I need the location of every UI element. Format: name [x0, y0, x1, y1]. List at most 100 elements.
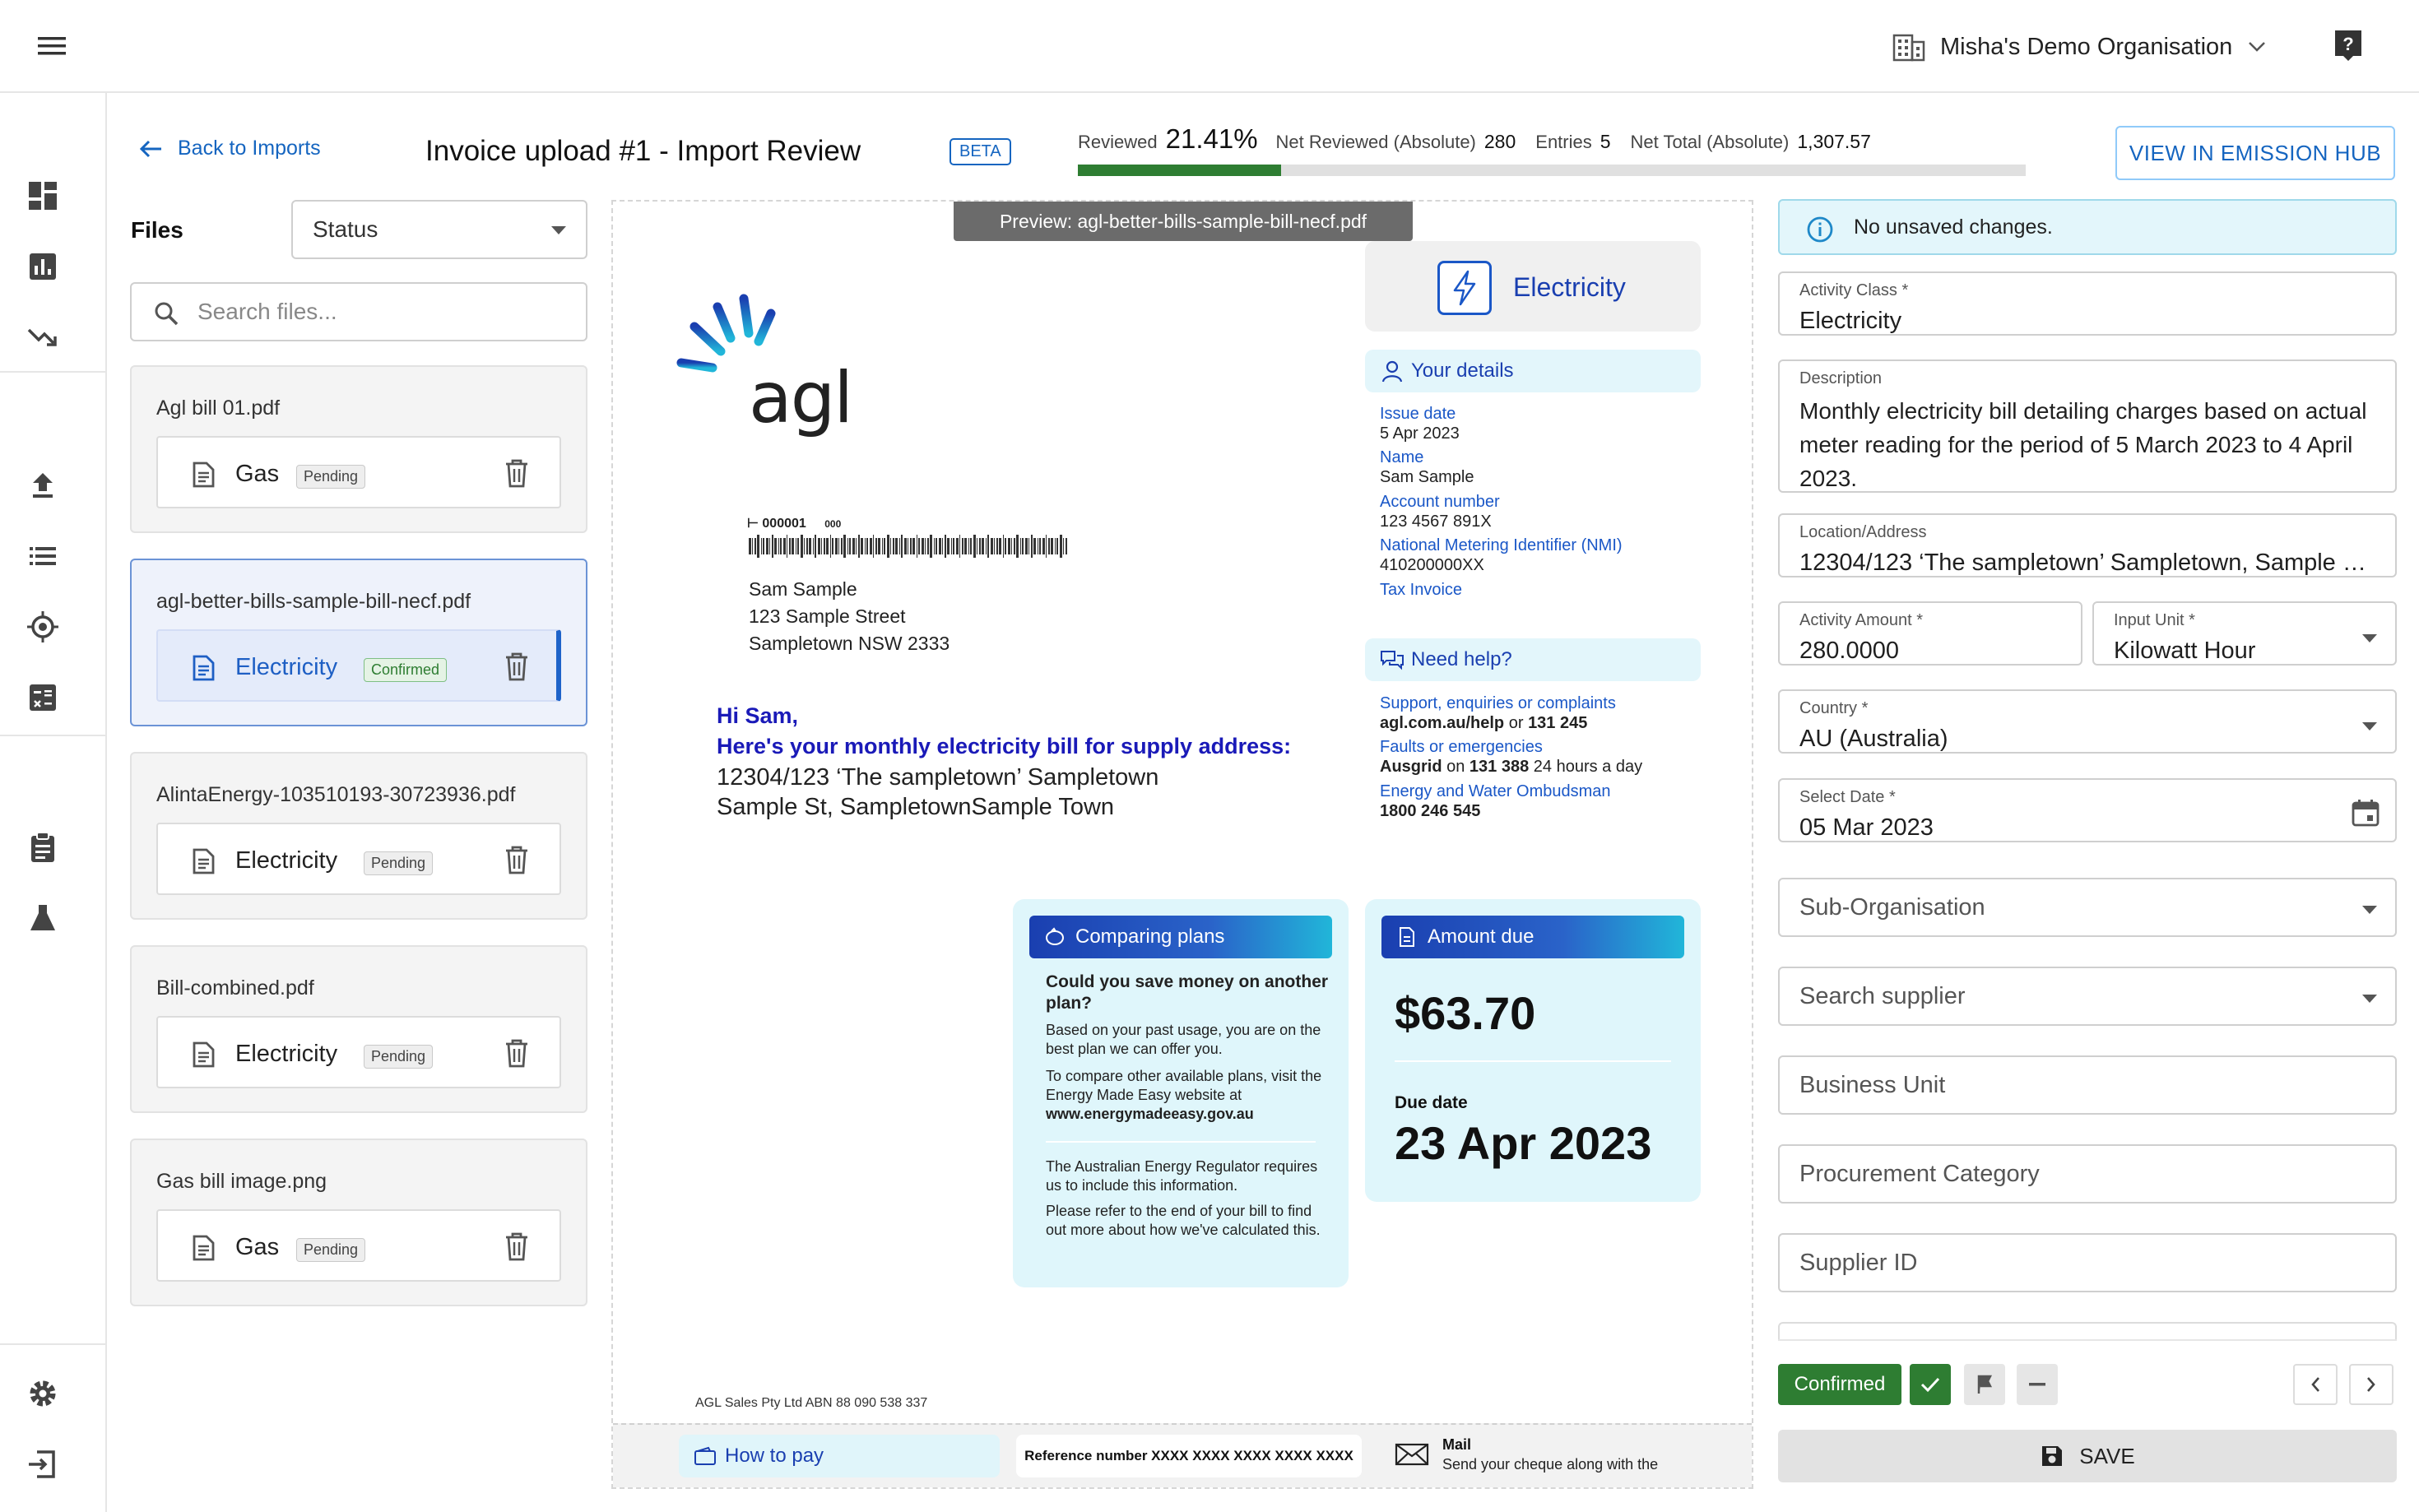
file-card[interactable]: Agl bill 01.pdf Gas Pending: [130, 365, 587, 533]
description-label: Description: [1799, 369, 1883, 387]
trash-icon[interactable]: [504, 844, 530, 875]
organisation-name: Misha's Demo Organisation: [1940, 33, 2233, 60]
status-filter-value: Status: [313, 216, 378, 242]
entry-type: Electricity: [235, 847, 338, 874]
file-entry[interactable]: Gas Pending: [156, 1209, 561, 1282]
trash-icon[interactable]: [504, 1231, 530, 1262]
chevron-right-icon: [2366, 1375, 2377, 1394]
barcode-bar: [1014, 538, 1015, 554]
info-icon: [1806, 216, 1834, 243]
file-entry[interactable]: Gas Pending: [156, 436, 561, 508]
detail-label: National Metering Identifier (NMI): [1380, 536, 1623, 554]
energy-made-easy-link[interactable]: www.energymadeeasy.gov.au: [1046, 1106, 1254, 1122]
save-button[interactable]: SAVE: [1778, 1430, 2397, 1482]
barcode-ref-number: 000001: [762, 517, 806, 531]
barcode-bar: [838, 538, 839, 554]
flag-button[interactable]: [1964, 1364, 2005, 1405]
file-entry[interactable]: Electricity Pending: [156, 1016, 561, 1088]
back-to-imports-link[interactable]: Back to Imports: [138, 137, 321, 160]
barcode-bar: [856, 538, 857, 554]
barcode-bar: [826, 538, 829, 554]
file-entry[interactable]: Electricity Confirmed: [156, 629, 561, 702]
entry-type: Gas: [235, 461, 280, 487]
confirm-check-button[interactable]: [1910, 1364, 1951, 1405]
top-bar: Misha's Demo Organisation ?: [0, 0, 2419, 93]
input-unit-select[interactable]: Input Unit * Kilowatt Hour: [2092, 601, 2397, 666]
ignore-button[interactable]: [2017, 1364, 2058, 1405]
comparing-paragraph: The Australian Energy Regulator requires…: [1046, 1158, 1318, 1194]
list-icon[interactable]: [26, 539, 60, 573]
barcode-bar: [890, 538, 891, 554]
location-address-field[interactable]: Location/Address 12304/123 ‘The sampleto…: [1778, 513, 2397, 577]
settings-icon[interactable]: [26, 1376, 60, 1411]
review-progress-fill: [1078, 165, 1281, 176]
amount-due-card: Amount due $63.70 Due date 23 Apr 2023: [1365, 899, 1701, 1202]
entries-value: 5: [1600, 131, 1611, 152]
file-name: Agl bill 01.pdf: [156, 397, 281, 420]
target-icon[interactable]: [26, 610, 60, 644]
organisation-switcher[interactable]: Misha's Demo Organisation: [1892, 25, 2267, 69]
files-heading: Files: [131, 217, 183, 243]
barcode-bar: [1060, 535, 1062, 558]
barcode-bar: [749, 538, 751, 554]
activity-class-field[interactable]: Activity Class * Electricity: [1778, 271, 2397, 336]
calculator-icon[interactable]: [26, 680, 60, 715]
left-rail: [0, 93, 107, 1512]
trash-icon[interactable]: [504, 457, 530, 489]
envelope-icon: [1395, 1443, 1429, 1466]
view-in-emission-hub-button[interactable]: VIEW IN EMISSION HUB: [2115, 126, 2395, 180]
barcode-bar: [813, 538, 814, 554]
barcode-bar: [861, 538, 863, 554]
wallet-icon: [694, 1446, 717, 1466]
chevron-left-icon: [2310, 1375, 2321, 1394]
piggy-bank-icon: [1044, 927, 1066, 947]
review-progress-bar: [1078, 165, 2026, 176]
barcode-bar: [866, 538, 868, 554]
supplier-search-select[interactable]: Search supplier: [1778, 967, 2397, 1026]
minus-icon: [2028, 1382, 2046, 1387]
upload-icon[interactable]: [26, 468, 60, 503]
file-card[interactable]: AlintaEnergy-103510193-30723936.pdf Elec…: [130, 752, 587, 920]
procurement-category-field[interactable]: Procurement Category: [1778, 1144, 2397, 1204]
previous-entry-button[interactable]: [2293, 1364, 2338, 1405]
status-confirmed-button[interactable]: Confirmed: [1778, 1364, 1901, 1405]
trash-icon[interactable]: [504, 651, 530, 682]
barcode-bar: [783, 538, 786, 554]
flask-icon[interactable]: [26, 901, 60, 935]
file-entry[interactable]: Electricity Pending: [156, 823, 561, 895]
barcode-bar: [841, 538, 843, 554]
barcode-bar: [1016, 535, 1019, 558]
hamburger-icon[interactable]: [33, 30, 72, 63]
clipboard-icon[interactable]: [26, 830, 60, 865]
bar-chart-icon[interactable]: [26, 249, 60, 284]
document-icon: [189, 1234, 217, 1262]
activity-amount-field[interactable]: Activity Amount * 280.0000: [1778, 601, 2082, 666]
document-icon: [189, 847, 217, 875]
business-unit-field[interactable]: Business Unit: [1778, 1055, 2397, 1115]
file-card-selected[interactable]: agl-better-bills-sample-bill-necf.pdf El…: [130, 559, 587, 726]
country-select[interactable]: Country * AU (Australia): [1778, 689, 2397, 754]
recipient-line: 123 Sample Street: [749, 605, 906, 627]
status-filter-select[interactable]: Status: [291, 200, 587, 259]
logout-icon[interactable]: [26, 1447, 60, 1482]
trash-icon[interactable]: [504, 1037, 530, 1069]
amount-due-value: $63.70: [1395, 987, 1536, 1039]
help-icon[interactable]: ?: [2332, 28, 2365, 63]
file-search-input[interactable]: Search files...: [130, 282, 587, 341]
description-field[interactable]: Description Monthly electricity bill det…: [1778, 359, 2397, 493]
file-search-placeholder: Search files...: [197, 299, 337, 324]
rail-divider: [0, 371, 107, 373]
service-card: Electricity: [1365, 241, 1701, 332]
next-entry-button[interactable]: [2349, 1364, 2393, 1405]
dashboard-icon[interactable]: [26, 179, 60, 213]
trend-down-icon[interactable]: [26, 320, 60, 355]
calendar-icon[interactable]: [2351, 798, 2380, 828]
sub-organisation-select[interactable]: Sub-Organisation: [1778, 878, 2397, 937]
barcode-bar: [1031, 535, 1033, 558]
file-card[interactable]: Gas bill image.png Gas Pending: [130, 1139, 587, 1306]
net-total-value: 1,307.57: [1797, 131, 1871, 152]
select-date-field[interactable]: Select Date * 05 Mar 2023: [1778, 778, 2397, 842]
supplier-id-field[interactable]: Supplier ID: [1778, 1233, 2397, 1292]
file-card[interactable]: Bill-combined.pdf Electricity Pending: [130, 945, 587, 1113]
barcode-bar: [1055, 538, 1056, 554]
